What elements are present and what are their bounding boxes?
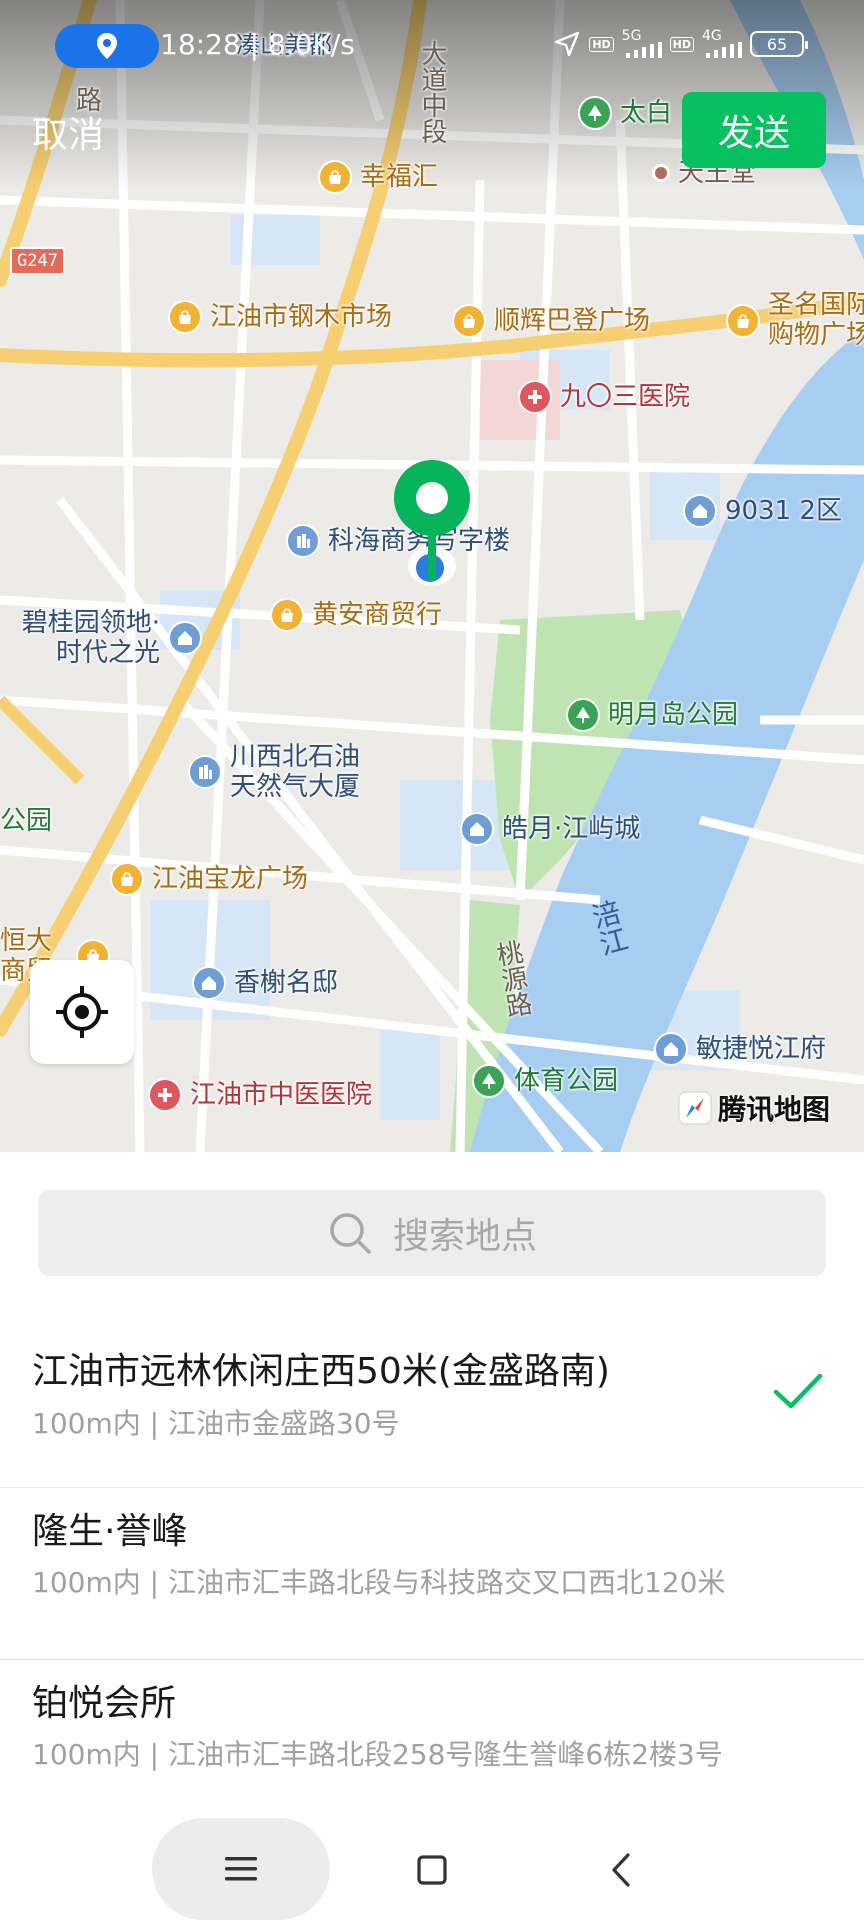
shop-icon bbox=[110, 862, 144, 896]
battery-indicator: 65 bbox=[750, 31, 808, 57]
poi-chuanxi[interactable]: 川西北石油天然气大厦 bbox=[188, 742, 380, 802]
list-item-title: 隆生·誉峰 bbox=[32, 1511, 188, 1552]
signal-4g: 4G bbox=[702, 29, 742, 58]
park-icon bbox=[578, 96, 612, 130]
home-button[interactable] bbox=[390, 1828, 474, 1912]
shop-icon bbox=[726, 304, 760, 338]
location-pin bbox=[392, 458, 472, 588]
poi-tiyu[interactable]: 体育公园 bbox=[472, 1064, 618, 1098]
list-item-title: 江油市远林休闲庄西50米(金盛路南) bbox=[32, 1351, 610, 1392]
dot-icon bbox=[652, 164, 670, 182]
home-icon bbox=[417, 1855, 447, 1885]
poi-huangan[interactable]: 黄安商贸行 bbox=[270, 598, 442, 632]
tencent-map-logo-icon bbox=[678, 1091, 712, 1125]
locate-icon bbox=[56, 986, 108, 1038]
poi-taibai[interactable]: 太白 bbox=[578, 96, 672, 130]
hd-badge-2: HD bbox=[669, 36, 694, 52]
residence-icon bbox=[654, 1032, 688, 1066]
status-bar: 18:28 | 8.0K/s HD 5G HD 4G 65 bbox=[0, 20, 864, 70]
poi-gongyuan-left[interactable]: 公园 bbox=[0, 806, 52, 836]
hospital-icon bbox=[518, 380, 552, 414]
list-item[interactable]: 隆生·誉峰 100m内 | 江油市汇丰路北段与科技路交叉口西北120米 bbox=[0, 1488, 864, 1660]
navigation-arrow-icon bbox=[555, 31, 580, 57]
back-icon bbox=[612, 1853, 630, 1887]
search-placeholder: 搜索地点 bbox=[392, 1216, 537, 1257]
location-marker-icon bbox=[97, 33, 117, 59]
shop-icon bbox=[270, 598, 304, 632]
poi-shengming[interactable]: 圣名国际购物广场 bbox=[726, 290, 864, 350]
residence-icon bbox=[192, 966, 226, 1000]
poi-minjie[interactable]: 敏捷悦江府 bbox=[654, 1032, 826, 1066]
menu-icon bbox=[225, 1857, 257, 1881]
residence-icon bbox=[683, 494, 717, 528]
list-item-subtitle: 100m内 | 江油市汇丰路北段与科技路交叉口西北120米 bbox=[32, 1566, 726, 1599]
status-time: 18:28 | 8.0K/s bbox=[160, 28, 355, 61]
list-item[interactable]: 铂悦会所 100m内 | 江油市汇丰路北段258号隆生誉峰6栋2楼3号 bbox=[0, 1660, 864, 1830]
poi-xingfu[interactable]: 幸福汇 bbox=[318, 160, 438, 194]
list-item[interactable]: 江油市远林休闲庄西50米(金盛路南) 100m内 | 江油市金盛路30号 bbox=[0, 1320, 864, 1488]
route-shield: G247 bbox=[10, 247, 65, 275]
system-nav-bar bbox=[0, 1818, 864, 1920]
map-attribution: 腾讯地图 bbox=[678, 1088, 830, 1128]
shop-icon bbox=[168, 300, 202, 334]
search-icon bbox=[330, 1213, 371, 1254]
back-button[interactable] bbox=[580, 1828, 664, 1912]
location-indicator bbox=[55, 24, 159, 68]
park-icon bbox=[472, 1064, 506, 1098]
residence-icon bbox=[168, 621, 202, 655]
hospital-icon bbox=[148, 1078, 182, 1112]
locate-button[interactable] bbox=[30, 960, 134, 1064]
signal-5g: 5G bbox=[622, 29, 662, 58]
poi-xiangxie[interactable]: 香榭名邸 bbox=[192, 966, 338, 1000]
park-icon bbox=[566, 698, 600, 732]
cancel-button[interactable]: 取消 bbox=[32, 106, 104, 158]
poi-baolong[interactable]: 江油宝龙广场 bbox=[110, 862, 308, 896]
poi-shunhui[interactable]: 顺辉巴登广场 bbox=[452, 304, 650, 338]
poi-mingyuedao[interactable]: 明月岛公园 bbox=[566, 698, 738, 732]
poi-gangmu[interactable]: 江油市钢木市场 bbox=[168, 300, 392, 334]
send-button[interactable]: 发送 bbox=[682, 92, 826, 168]
residence-icon bbox=[460, 812, 494, 846]
hd-badge: HD bbox=[589, 36, 614, 52]
building-icon bbox=[188, 755, 222, 789]
list-item-title: 铂悦会所 bbox=[32, 1683, 177, 1724]
poi-hospital903[interactable]: 九〇三医院 bbox=[518, 380, 690, 414]
status-icons: HD 5G HD 4G 65 bbox=[553, 29, 808, 58]
location-results-list: 江油市远林休闲庄西50米(金盛路南) 100m内 | 江油市金盛路30号 隆生·… bbox=[0, 1320, 864, 1830]
poi-biguiyuan[interactable]: 碧桂园领地·时代之光 bbox=[10, 608, 202, 668]
check-icon bbox=[773, 1373, 823, 1409]
shop-icon bbox=[452, 304, 486, 338]
poi-haoyue[interactable]: 皓月·江屿城 bbox=[460, 812, 640, 846]
signal-bars-icon bbox=[625, 42, 662, 58]
recents-button[interactable] bbox=[152, 1818, 330, 1920]
map-view[interactable]: G247 大道中段 路 桃源路 涪江 凑山美都 太白 天王堂 幸福汇 江油市钢木… bbox=[0, 0, 864, 1152]
list-item-subtitle: 100m内 | 江油市汇丰路北段258号隆生誉峰6栋2楼3号 bbox=[32, 1738, 723, 1771]
poi-9031[interactable]: 9031 2区 bbox=[683, 494, 842, 528]
building-icon bbox=[286, 524, 320, 558]
list-item-subtitle: 100m内 | 江油市金盛路30号 bbox=[32, 1407, 400, 1440]
search-input[interactable]: 搜索地点 bbox=[38, 1190, 826, 1276]
signal-bars-icon bbox=[706, 42, 742, 58]
shop-icon bbox=[318, 160, 352, 194]
poi-zhongyi[interactable]: 江油市中医医院 bbox=[148, 1078, 372, 1112]
